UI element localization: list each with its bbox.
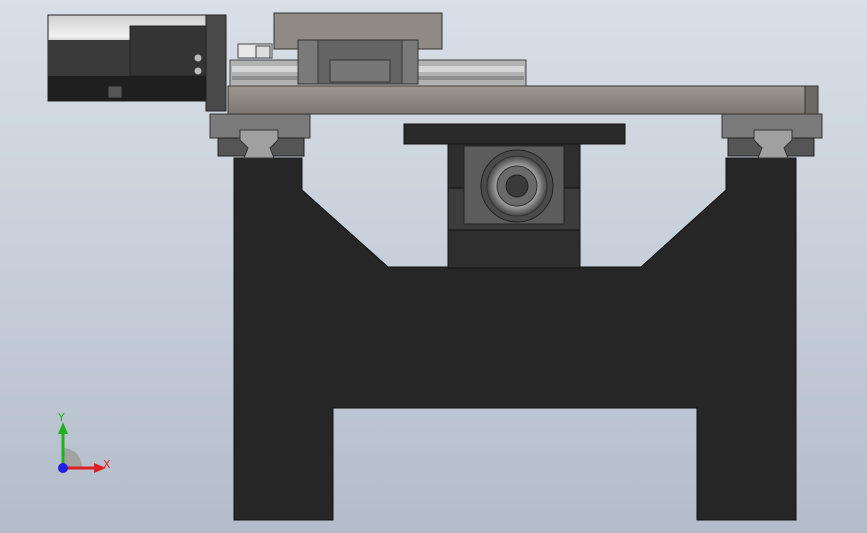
- servo-motor[interactable]: [47, 14, 227, 112]
- z-axis-dot: [58, 463, 68, 473]
- cad-model-view[interactable]: [0, 0, 867, 533]
- x-axis-label: X: [103, 458, 111, 471]
- orientation-triad: Y X: [57, 411, 111, 473]
- cad-viewport[interactable]: Y X: [0, 0, 867, 533]
- pillow-block-bearing[interactable]: [403, 123, 626, 269]
- linear-guide-block-right[interactable]: [721, 113, 823, 159]
- linear-slide-carriage[interactable]: [229, 12, 527, 87]
- cross-beam[interactable]: [227, 85, 819, 115]
- y-axis-label: Y: [57, 411, 65, 424]
- linear-guide-block-left[interactable]: [209, 113, 311, 159]
